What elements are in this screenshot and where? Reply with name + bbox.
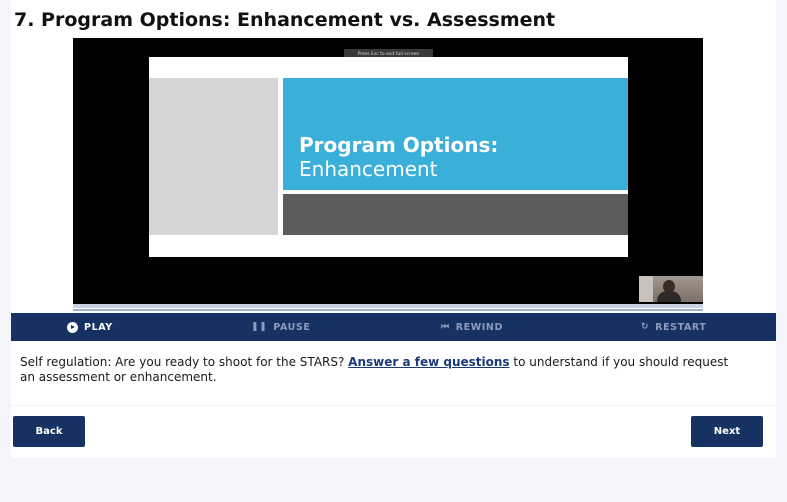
rewind-button[interactable]: ⏮ REWIND [441, 313, 503, 341]
answer-questions-link[interactable]: Answer a few questions [348, 355, 509, 369]
description-text: Self regulation: Are you ready to shoot … [20, 355, 729, 384]
slide-bottom-panel [283, 194, 628, 235]
video-progress-track [73, 309, 703, 311]
restart-icon: ↻ [641, 322, 650, 332]
next-button[interactable]: Next [691, 416, 763, 447]
slide-title-panel: Program Options: Enhancement [283, 78, 628, 190]
video-progress-bar[interactable] [73, 304, 703, 308]
play-button[interactable]: PLAY [67, 313, 113, 341]
slide-heading: Program Options: [299, 133, 499, 157]
video-player[interactable]: Press Esc to exit full screen Program Op… [73, 38, 703, 304]
pause-icon: ❚❚ [251, 322, 268, 332]
pause-label: PAUSE [273, 321, 311, 333]
slide-subheading: Enhancement [299, 157, 438, 181]
rewind-icon: ⏮ [441, 322, 450, 332]
divider [11, 405, 776, 406]
presenter-thumbnail [639, 276, 703, 302]
pause-button[interactable]: ❚❚ PAUSE [251, 313, 311, 341]
slide-left-panel [149, 78, 278, 235]
restart-button[interactable]: ↻ RESTART [641, 313, 706, 341]
restart-label: RESTART [655, 321, 707, 333]
page-title: 7. Program Options: Enhancement vs. Asse… [14, 9, 556, 31]
rewind-label: REWIND [455, 321, 503, 333]
play-label: PLAY [84, 321, 113, 333]
back-button[interactable]: Back [13, 416, 85, 447]
video-controls: PLAY ❚❚ PAUSE ⏮ REWIND ↻ RESTART [11, 313, 776, 341]
play-icon [67, 321, 78, 333]
slide-frame: Program Options: Enhancement [149, 57, 628, 257]
